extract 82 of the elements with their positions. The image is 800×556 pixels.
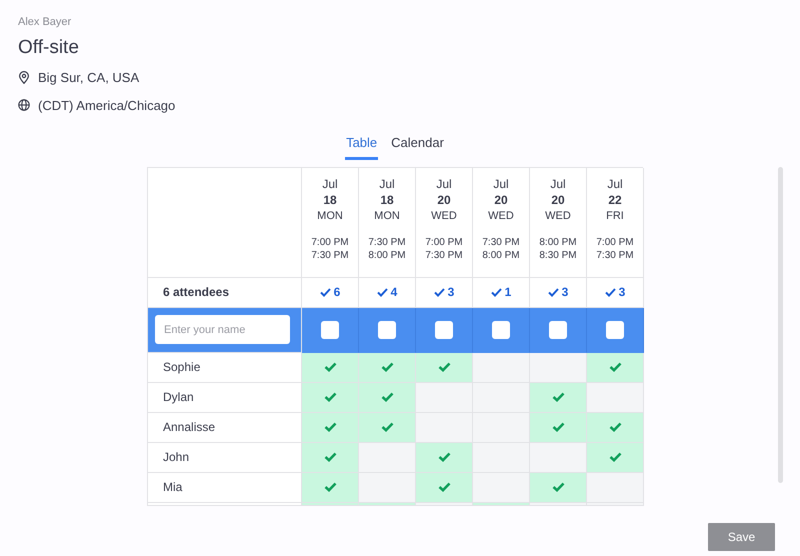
day-label: 22 (608, 192, 622, 208)
check-icon (548, 288, 559, 296)
availability-checkbox[interactable] (492, 320, 510, 338)
end-time: 7:30 PM (425, 248, 463, 262)
weekday-label: MON (374, 208, 400, 224)
name-input-field[interactable]: Enter your name (155, 315, 290, 344)
vote-count: 3 (448, 284, 454, 301)
checkmark-icon (324, 452, 336, 462)
attendee-count: 6 attendees (163, 284, 230, 301)
vote-count: 1 (504, 284, 512, 301)
end-time: 8:00 PM (368, 248, 406, 262)
save-button[interactable]: Save (708, 522, 775, 550)
attendee-name: Sophie (163, 359, 200, 376)
checkmark-icon (438, 452, 450, 462)
scrollbar[interactable] (778, 167, 783, 483)
availability-checkbox[interactable] (549, 320, 567, 338)
month-label: Jul (436, 176, 452, 192)
vote-count: 3 (562, 284, 568, 301)
checkmark-icon (608, 422, 622, 432)
vote-count: 3 (618, 284, 626, 301)
checkmark-icon (552, 482, 564, 492)
checkmark-icon (380, 392, 394, 402)
checkmark-icon (552, 392, 564, 402)
attendee-name: Mia (163, 479, 182, 496)
end-time: 8:30 PM (539, 248, 577, 262)
start-time: 7:00 PM (425, 236, 463, 248)
end-time: 8:00 PM (482, 248, 520, 262)
attendee-name: John (163, 449, 190, 466)
checkmark-icon (608, 452, 622, 462)
month-label: Jul (550, 176, 566, 192)
weekday-label: WED (488, 208, 514, 224)
checkmark-icon (380, 362, 394, 372)
check-icon (376, 288, 388, 296)
checkmark-icon (324, 422, 336, 432)
checkmark-icon (324, 362, 336, 372)
view-tab[interactable]: Calendar (390, 133, 445, 160)
month-label: Jul (322, 176, 338, 192)
checkmark-icon (438, 362, 450, 372)
weekday-label: WED (545, 208, 571, 224)
check-icon (320, 288, 331, 296)
timezone-text: (CDT) America/Chicago (38, 96, 176, 115)
vote-count: 6 (334, 284, 340, 301)
month-label: Jul (379, 176, 395, 192)
availability-checkbox[interactable] (378, 320, 396, 338)
checkmark-icon (608, 362, 622, 372)
availability-checkbox[interactable] (435, 320, 453, 338)
attendee-name: Dylan (163, 389, 194, 406)
weekday-label: MON (317, 208, 343, 224)
check-icon (490, 288, 502, 296)
weekday-label: FRI (606, 208, 624, 224)
day-label: 18 (323, 192, 337, 208)
month-label: Jul (493, 176, 509, 192)
month-label: Jul (607, 176, 623, 192)
start-time: 7:00 PM (596, 236, 634, 248)
start-time: 7:30 PM (368, 236, 406, 248)
start-time: 8:00 PM (539, 236, 577, 248)
end-time: 7:30 PM (311, 248, 349, 262)
start-time: 7:30 PM (482, 236, 520, 248)
check-icon (434, 288, 445, 296)
event-title: Off-site (18, 36, 79, 60)
weekday-label: WED (431, 208, 457, 224)
check-icon (604, 288, 616, 296)
availability-checkbox[interactable] (606, 320, 624, 338)
checkmark-icon (552, 422, 564, 432)
end-time: 7:30 PM (596, 248, 634, 262)
vote-count: 4 (390, 284, 398, 301)
view-tab[interactable]: Table (345, 133, 378, 160)
organizer-name: Alex Bayer (18, 15, 72, 30)
globe-icon (18, 99, 30, 112)
checkmark-icon (380, 422, 394, 432)
day-label: 20 (437, 192, 451, 208)
day-label: 18 (380, 192, 394, 208)
attendee-name: Annalisse (163, 419, 216, 436)
location-pin-icon (18, 71, 30, 84)
location-text: Big Sur, CA, USA (38, 69, 140, 87)
checkmark-icon (324, 392, 336, 402)
checkmark-icon (324, 482, 336, 492)
checkmark-icon (438, 482, 450, 492)
day-label: 20 (494, 192, 508, 208)
start-time: 7:00 PM (311, 236, 349, 248)
availability-checkbox[interactable] (321, 320, 339, 338)
day-label: 20 (551, 192, 565, 208)
